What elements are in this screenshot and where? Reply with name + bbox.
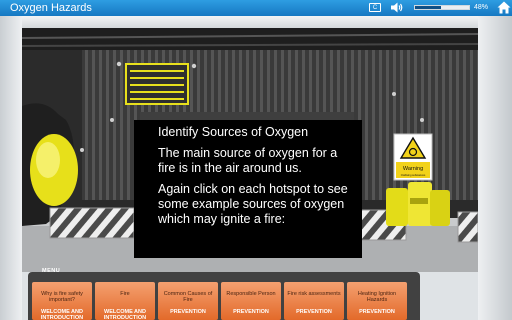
warning-sign-label: Warning: [403, 166, 423, 172]
warning-sign: Warning Oxidising substances: [393, 133, 433, 181]
warning-sign-sublabel: Oxidising substances: [401, 173, 426, 177]
speaker-icon[interactable]: [390, 1, 404, 14]
warehouse-scene: Warning Oxidising substances Identify So…: [22, 28, 478, 272]
menu-card[interactable]: Why is fire safety important? WELCOME AN…: [32, 282, 92, 320]
menu-card-title: Why is fire safety important?: [41, 291, 83, 303]
menu-card-title: Responsible Person: [226, 291, 276, 297]
ceiling: [22, 16, 478, 28]
app-title: Oxygen Hazards: [10, 2, 92, 14]
menu-card-title: Fire: [120, 291, 130, 297]
progress-bar: [414, 5, 470, 10]
progress-bar-fill: [415, 6, 441, 9]
menu-bar: MENU Why is fire safety important? WELCO…: [28, 268, 420, 320]
info-paragraph: The main source of oxygen for a fire is …: [158, 146, 338, 175]
right-wall: [478, 16, 512, 320]
info-paragraph: Again click on each hotspot to see some …: [158, 182, 348, 226]
air-vent-hotspot[interactable]: [125, 63, 189, 105]
menu-card-section: WELCOME AND INTRODUCTION: [40, 309, 84, 320]
menu-card-section: PREVENTION: [296, 309, 332, 315]
menu-card[interactable]: Responsible Person PREVENTION: [221, 282, 281, 320]
captions-button[interactable]: C: [369, 3, 381, 12]
info-heading: Identify Sources of Oxygen: [158, 125, 309, 139]
menu-card[interactable]: Common Causes of Fire PREVENTION: [158, 282, 218, 320]
left-wall: [0, 16, 22, 320]
menu-card-section: PREVENTION: [233, 309, 269, 315]
info-panel: Identify Sources of Oxygen The main sour…: [134, 120, 362, 258]
progress-percent: 48%: [474, 4, 489, 11]
menu-card-section: WELCOME AND INTRODUCTION: [103, 309, 147, 320]
menu-card-title: Heating Ignition Hazards: [357, 291, 397, 303]
menu-card-title: Common Causes of Fire: [163, 291, 213, 303]
home-icon[interactable]: [497, 1, 511, 14]
menu-card-section: PREVENTION: [359, 309, 395, 315]
menu-card[interactable]: Fire risk assessments PREVENTION: [284, 282, 344, 320]
menu-card[interactable]: Heating Ignition Hazards PREVENTION: [347, 282, 407, 320]
menu-label: MENU: [42, 268, 61, 274]
menu-card[interactable]: Fire WELCOME AND INTRODUCTION: [95, 282, 155, 320]
left-barrier: [49, 207, 135, 239]
top-bar: Oxygen Hazards C 48%: [0, 0, 512, 16]
menu-card-section: PREVENTION: [170, 309, 206, 315]
menu-card-title: Fire risk assessments: [287, 291, 341, 297]
